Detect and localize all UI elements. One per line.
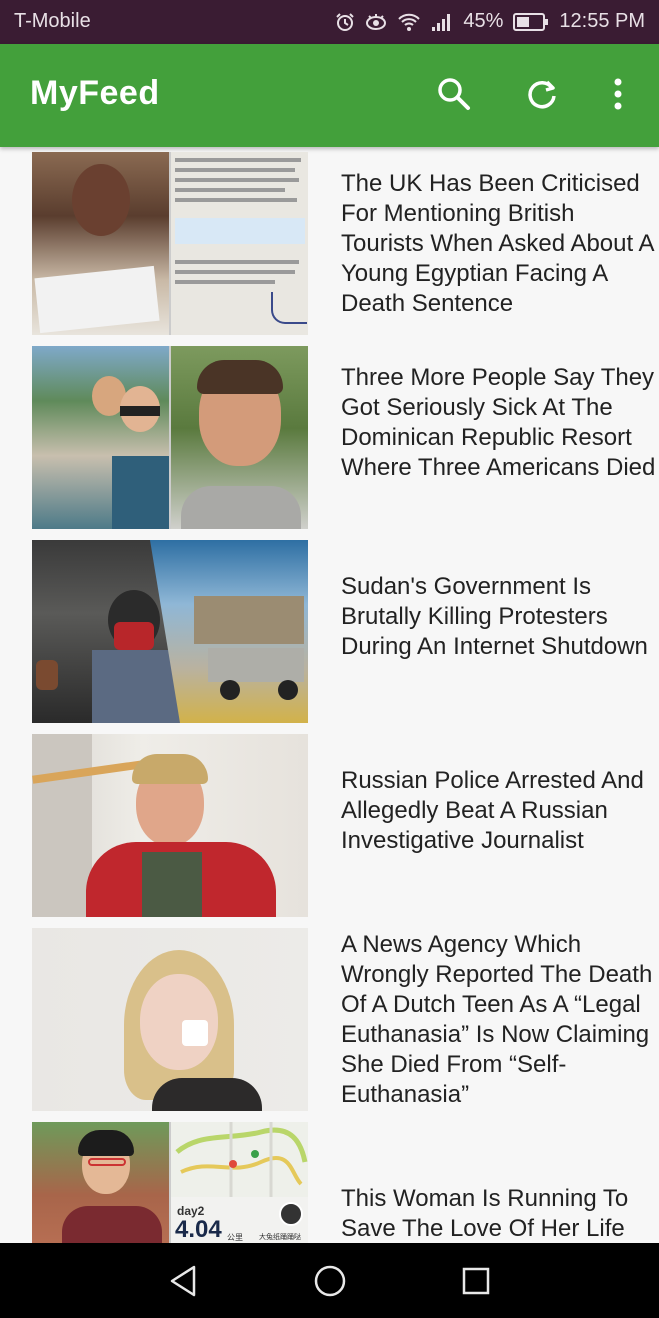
article-headline: Three More People Say They Got Seriously… — [341, 364, 656, 481]
article-thumbnail — [32, 540, 308, 723]
status-bar: T-Mobile 45% 12:55 PM — [0, 0, 659, 44]
article-headline: Russian Police Arrested And Allegedly Be… — [341, 767, 644, 854]
battery-icon — [513, 12, 549, 31]
home-icon — [314, 1265, 346, 1297]
feed-list[interactable]: The UK Has Been Criticised For Mentionin… — [0, 147, 659, 1243]
feed-item[interactable]: day2 4.04 公里 大兔纸踊踊哒 This Woman Is Runnin… — [0, 1117, 659, 1243]
article-headline: A News Agency Which Wrongly Reported The… — [341, 931, 653, 1108]
system-nav-bar — [0, 1243, 659, 1318]
eye-icon — [366, 13, 387, 30]
wifi-icon — [398, 13, 421, 31]
article-headline: Sudan's Government Is Brutally Killing P… — [341, 573, 648, 660]
search-icon — [438, 78, 470, 110]
map-distance-unit: 公里 — [227, 1233, 243, 1242]
feed-item[interactable]: A News Agency Which Wrongly Reported The… — [0, 923, 659, 1117]
photo-running-woman — [32, 1122, 169, 1243]
photo-journalist — [32, 734, 308, 917]
feed-item[interactable]: The UK Has Been Criticised For Mentionin… — [0, 147, 659, 341]
status-icons: 45% 12:55 PM — [335, 10, 645, 33]
photo-man-portrait — [171, 346, 308, 529]
back-icon — [170, 1265, 196, 1297]
article-thumbnail — [32, 928, 308, 1111]
signal-icon — [432, 13, 451, 31]
article-thumbnail — [32, 152, 308, 335]
photo-document — [171, 152, 308, 335]
article-thumbnail — [32, 346, 308, 529]
overflow-menu-button[interactable] — [598, 74, 638, 114]
recents-icon — [462, 1267, 490, 1295]
feed-item[interactable]: Russian Police Arrested And Allegedly Be… — [0, 729, 659, 923]
article-headline: The UK Has Been Criticised For Mentionin… — [341, 170, 654, 317]
article-headline: This Woman Is Running To Save The Love O… — [341, 1185, 629, 1242]
route-map — [171, 1122, 308, 1197]
feed-item[interactable]: Sudan's Government Is Brutally Killing P… — [0, 535, 659, 729]
overflow-menu-icon — [614, 78, 622, 110]
map-distance-value: 4.04 — [175, 1216, 222, 1243]
app-bar: MyFeed — [0, 44, 659, 147]
carrier-label: T-Mobile — [14, 10, 91, 32]
avatar — [279, 1202, 303, 1226]
battery-percent: 45% — [463, 10, 504, 32]
map-screenshot: day2 4.04 公里 大兔纸踊踊哒 — [171, 1122, 308, 1243]
home-button[interactable] — [312, 1263, 348, 1299]
feed-item[interactable]: Three More People Say They Got Seriously… — [0, 341, 659, 535]
map-user-name: 大兔纸踊踊哒 — [259, 1234, 301, 1241]
alarm-icon — [336, 12, 355, 31]
article-thumbnail — [32, 734, 308, 917]
refresh-button[interactable] — [522, 74, 562, 114]
recents-button[interactable] — [458, 1263, 494, 1299]
back-button[interactable] — [166, 1263, 202, 1299]
app-title: MyFeed — [30, 74, 160, 112]
search-button[interactable] — [434, 74, 474, 114]
photo-couple-resort — [32, 346, 169, 529]
article-thumbnail: day2 4.04 公里 大兔纸踊踊哒 — [32, 1122, 308, 1243]
clock: 12:55 PM — [559, 10, 645, 32]
photo-dutch-teen — [32, 928, 308, 1111]
refresh-icon — [528, 80, 556, 109]
photo-boy-with-paper — [32, 152, 169, 335]
